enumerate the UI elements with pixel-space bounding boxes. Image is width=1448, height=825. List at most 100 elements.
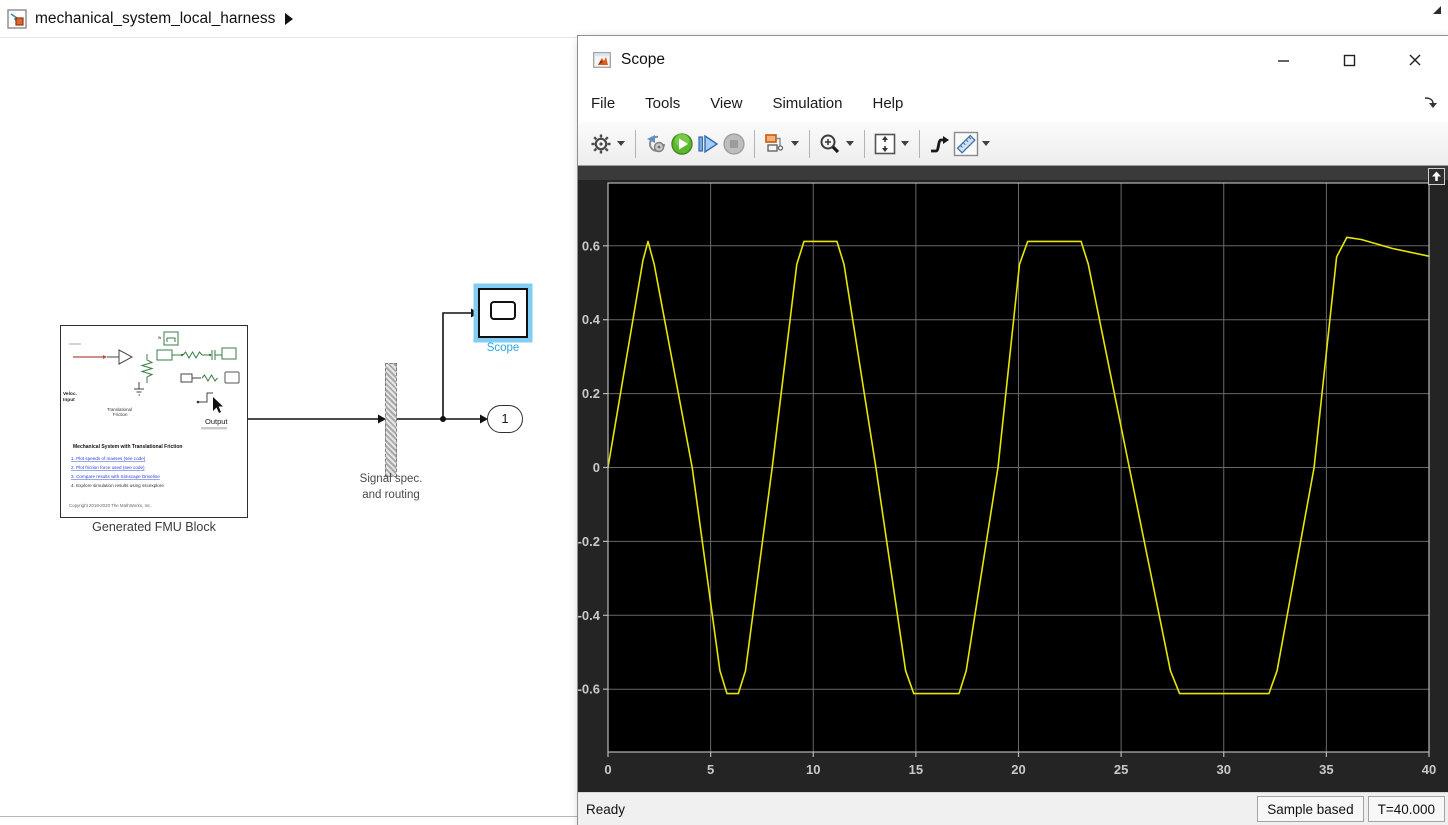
scope-titlebar[interactable]: Scope	[578, 36, 1448, 84]
x-tick-label: 40	[1422, 762, 1436, 777]
highlight-block-icon	[765, 133, 784, 152]
status-sample-mode: Sample based	[1257, 796, 1364, 822]
step-forward-icon	[698, 134, 719, 153]
fmu-input-label: Veloc.	[63, 391, 77, 397]
caret-down-icon	[846, 141, 854, 146]
dock-arrow-icon[interactable]	[1422, 95, 1438, 111]
expand-panel-button[interactable]	[1428, 168, 1445, 185]
zoom-in-icon	[820, 134, 840, 153]
fmu-thumbnail: w Veloc. Input Translational Friction Ou…	[63, 331, 240, 508]
scope-display-area: 0 5 10 15 20 25 30 35 40 0.6 0.4 0.2 0 -0.2 -0.4 -0.6	[578, 166, 1448, 792]
close-button[interactable]	[1382, 36, 1448, 84]
highlight-block-caret[interactable]	[788, 131, 802, 157]
x-tick-label: 15	[909, 762, 923, 777]
scope-block-label: Scope	[486, 342, 520, 354]
step-back-button[interactable]	[643, 131, 669, 157]
fmu-output-label: Output	[205, 417, 228, 426]
scope-window-title: Scope	[621, 51, 665, 68]
settings-button[interactable]	[588, 131, 614, 157]
fmu-annotation-link[interactable]: 3. Compare results with Simscape Driveli…	[71, 474, 160, 479]
caret-down-icon	[901, 141, 909, 146]
fmu-annotation-title: Mechanical System with Translational Fri…	[73, 444, 182, 450]
ruler-icon	[953, 131, 979, 156]
scope-block[interactable]	[478, 288, 528, 338]
signal-spec-block[interactable]	[385, 363, 397, 477]
branch-dot	[440, 416, 446, 422]
zoom-caret[interactable]	[843, 131, 857, 157]
fmu-copyright: Copyright 2018-2020 The MathWorks, Inc.	[69, 503, 152, 508]
scope-toolbar	[578, 122, 1448, 166]
minimize-button[interactable]	[1250, 36, 1316, 84]
hide-panel-arrow-icon[interactable]	[1431, 4, 1443, 16]
y-tick-label: 0.2	[582, 386, 600, 401]
canvas-bottom-edge	[0, 816, 578, 817]
fit-view-button[interactable]	[872, 131, 898, 157]
step-back-icon	[647, 134, 665, 152]
signal-line	[442, 312, 472, 419]
run-icon	[671, 132, 693, 155]
stop-button[interactable]	[721, 131, 747, 157]
menu-file[interactable]: File	[591, 95, 615, 112]
signal-spec-label: Signal spec. and routing	[359, 473, 423, 501]
highlight-block-button[interactable]	[762, 131, 788, 157]
fit-view-caret[interactable]	[898, 131, 912, 157]
fmu-annotation-link[interactable]: 2. Plot friction force used (see code)	[71, 465, 145, 470]
x-tick-label: 30	[1217, 762, 1231, 777]
scope-plot[interactable]: 0 5 10 15 20 25 30 35 40 0.6 0.4 0.2 0 -0.2 -0.4 -0.6	[578, 166, 1448, 792]
menu-tools[interactable]: Tools	[645, 95, 680, 112]
gear-icon	[591, 134, 611, 153]
arrow-up-icon	[1432, 171, 1441, 181]
fmu-annotation-line: 4. Explore simulation results using ssce…	[71, 483, 164, 488]
toolbar-separator	[809, 129, 810, 158]
maximize-button[interactable]	[1316, 36, 1382, 84]
fmu-annotation-link[interactable]: 1. Plot speeds of masses (see code)	[71, 456, 146, 461]
measurements-button[interactable]	[953, 131, 979, 157]
close-icon	[1409, 54, 1421, 66]
y-tick-label: 0.6	[582, 238, 600, 253]
trigger-button[interactable]	[927, 131, 953, 157]
menu-simulation[interactable]: Simulation	[772, 95, 842, 112]
y-tick-label: -0.2	[578, 534, 600, 549]
zoom-button[interactable]	[817, 131, 843, 157]
toolbar-separator	[919, 129, 920, 158]
y-tick-label: 0.4	[582, 312, 601, 327]
svg-text:Input: Input	[63, 397, 75, 403]
menu-help[interactable]: Help	[873, 95, 904, 112]
toolbar-separator	[864, 129, 865, 158]
generated-fmu-block[interactable]: w Veloc. Input Translational Friction Ou…	[60, 325, 248, 518]
y-tick-label: -0.6	[578, 682, 600, 697]
outport-1[interactable]: 1	[487, 405, 523, 433]
y-tick-label: -0.4	[578, 608, 601, 623]
x-tick-label: 5	[707, 762, 714, 777]
window-controls	[1250, 36, 1448, 84]
x-tick-label: 20	[1011, 762, 1025, 777]
minimize-icon	[1277, 59, 1289, 62]
x-tick-label: 10	[806, 762, 820, 777]
x-tick-label: 0	[604, 762, 611, 777]
breadcrumb-arrow-icon[interactable]	[285, 12, 294, 25]
settings-caret[interactable]	[614, 131, 628, 157]
toolbar-separator	[635, 129, 636, 158]
y-tick-label: 0	[593, 460, 600, 475]
breadcrumb-model-name[interactable]: mechanical_system_local_harness	[35, 10, 275, 28]
x-tick-label: 35	[1319, 762, 1333, 777]
breadcrumb: mechanical_system_local_harness	[0, 0, 1448, 38]
run-button[interactable]	[669, 131, 695, 157]
scope-screen-icon	[490, 301, 516, 320]
measurements-caret[interactable]	[979, 131, 993, 157]
svg-text:Friction: Friction	[113, 412, 128, 417]
status-sim-time: T=40.000	[1367, 796, 1445, 822]
stop-icon	[723, 132, 745, 155]
step-forward-button[interactable]	[695, 131, 721, 157]
scope-menubar: File Tools View Simulation Help	[578, 84, 1448, 122]
toolbar-separator	[754, 129, 755, 158]
caret-down-icon	[617, 141, 625, 146]
menu-view[interactable]: View	[710, 95, 742, 112]
simulink-app: w Veloc. Input Translational Friction Ou…	[0, 0, 1448, 825]
caret-down-icon	[982, 141, 990, 146]
mouse-cursor-icon	[213, 397, 223, 413]
maximize-icon	[1343, 54, 1355, 66]
status-cells: Sample based T=40.000	[1257, 796, 1445, 822]
model-file-icon	[7, 8, 27, 29]
matlab-scope-icon	[593, 52, 611, 68]
